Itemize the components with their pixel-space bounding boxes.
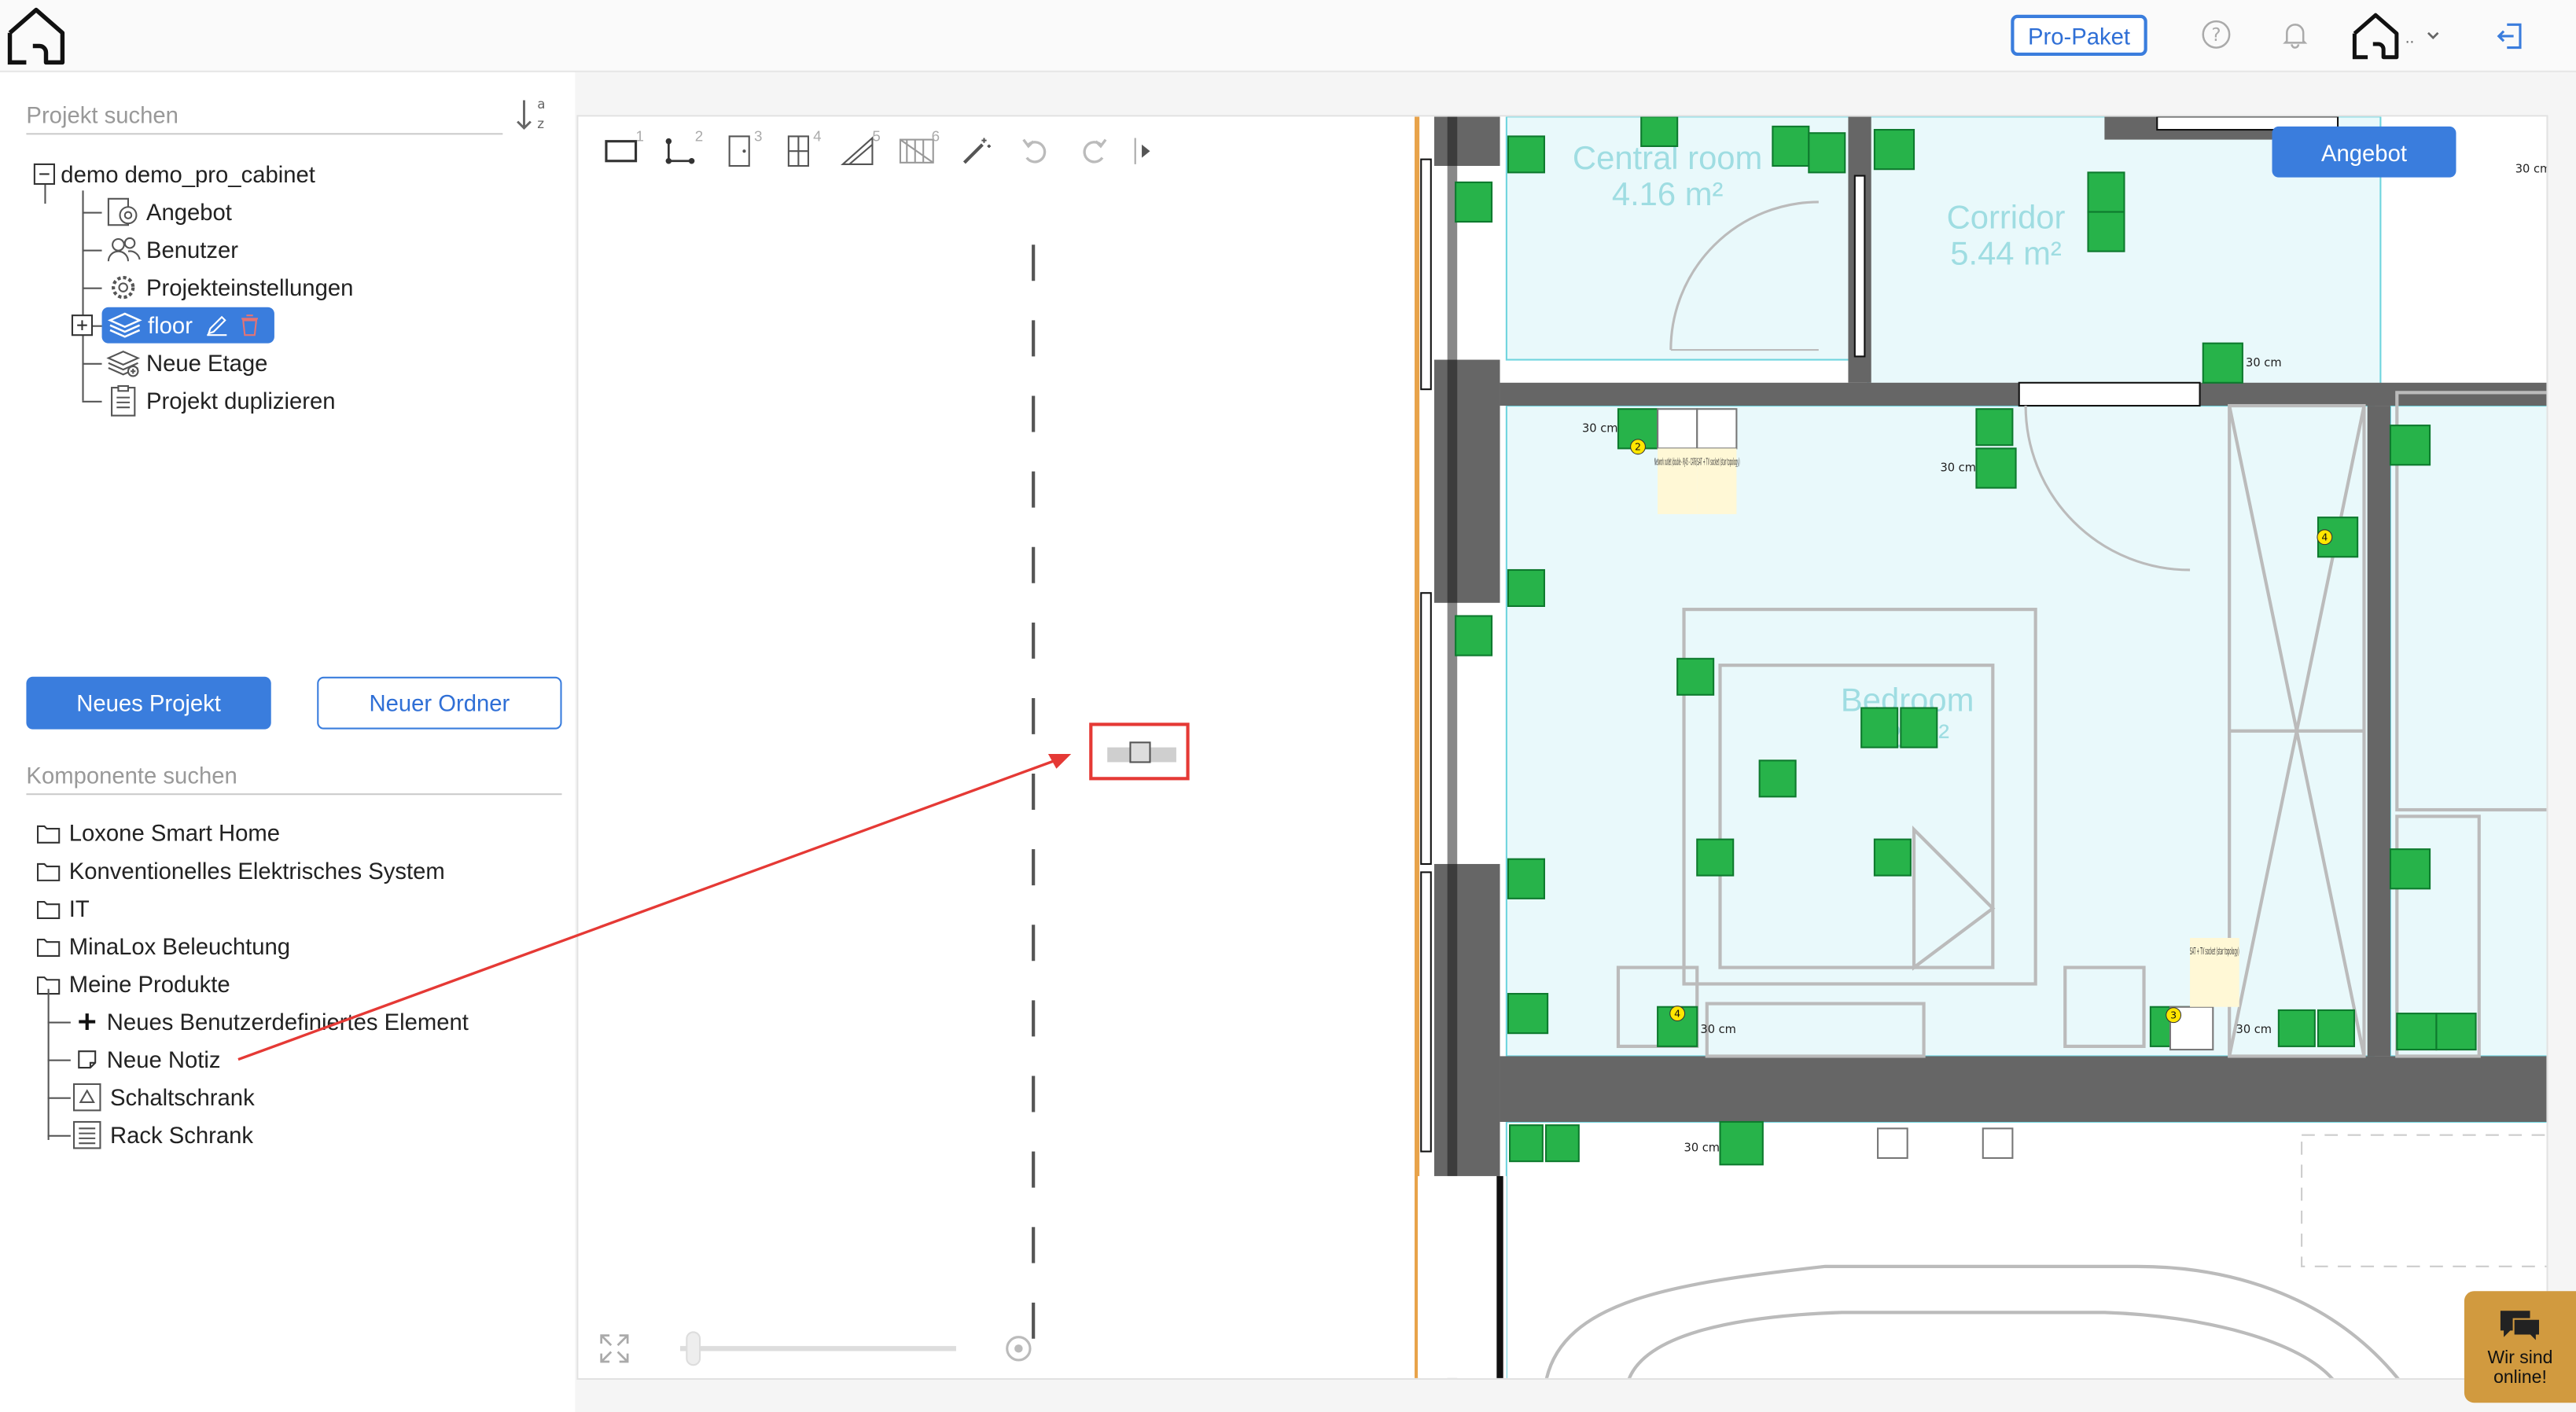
- annotation-arrow: [237, 753, 1072, 1061]
- chat-widget[interactable]: Wir sind online!: [2464, 1291, 2576, 1403]
- chat-text-line1: Wir sind: [2487, 1348, 2553, 1369]
- chat-bubble-icon: [2500, 1311, 2541, 1344]
- chat-text-line2: online!: [2493, 1368, 2547, 1388]
